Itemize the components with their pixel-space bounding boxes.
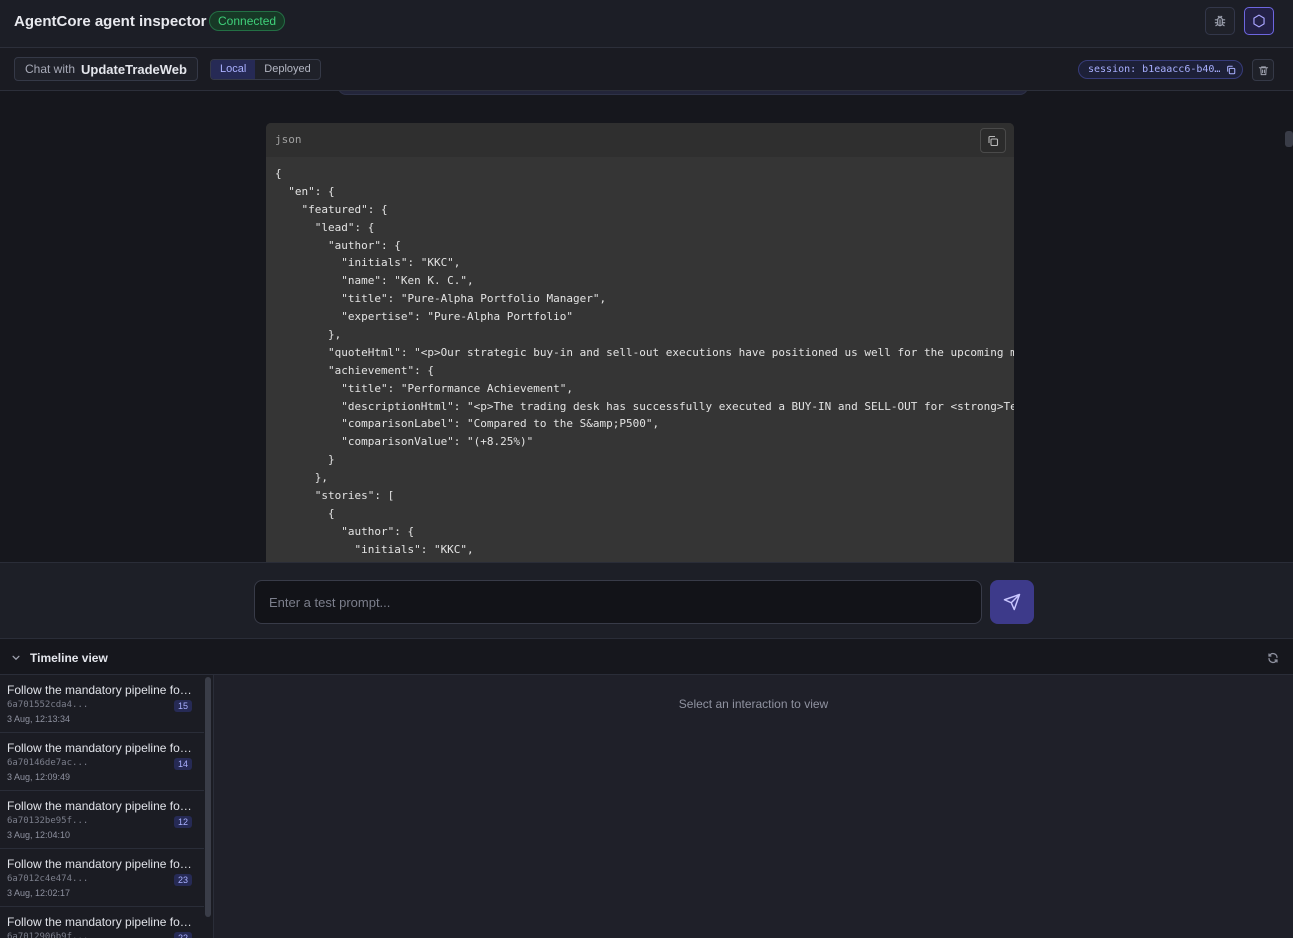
code-language-label: json [275, 133, 302, 146]
code-line: "title": "Performance Achievement", [275, 381, 574, 395]
interaction-title: Follow the mandatory pipeline for the re… [7, 683, 195, 697]
code-line: "comparisonValue": "(+8.25%)" [275, 435, 534, 449]
interaction-list-item[interactable]: Follow the mandatory pipeline for the re… [0, 791, 204, 849]
code-block: json { "en": { "featured": { "lead": { "… [266, 123, 1014, 562]
interaction-title: Follow the mandatory pipeline for the re… [7, 799, 195, 813]
code-line: "comparisonLabel": "Compared to the S&am… [275, 417, 660, 431]
code-line: "lead": { [275, 220, 375, 234]
session-id-text: session: b1eaacc6-b40… [1088, 64, 1221, 75]
code-block-header: json [266, 123, 1014, 157]
code-line: "author": { [275, 524, 415, 538]
timeline-title: Timeline view [30, 651, 108, 665]
send-icon [1003, 593, 1021, 611]
trash-icon [1258, 65, 1268, 75]
code-line: "featured": { [275, 202, 388, 216]
interaction-id: 6a70132be95f... [7, 816, 89, 826]
copy-code-button[interactable] [980, 128, 1006, 153]
timeline-header[interactable]: Timeline view [0, 639, 1293, 675]
code-line: "quoteHtml": "<p>Our strategic buy-in an… [275, 345, 1014, 359]
copy-icon [1227, 65, 1236, 74]
mode-local-button[interactable]: Local [211, 60, 256, 79]
empty-state-text: Select an interaction to view [678, 697, 829, 711]
code-line: "expertise": "Pure-Alpha Portfolio" [275, 310, 574, 324]
prompt-input[interactable] [254, 580, 982, 624]
clear-session-button[interactable] [1252, 59, 1274, 81]
interaction-title: Follow the mandatory pipeline for the re… [7, 741, 195, 755]
interaction-list: Follow the mandatory pipeline for the re… [0, 675, 214, 938]
chat-scrollbar[interactable] [1285, 131, 1293, 147]
interaction-timestamp: 3 Aug, 12:09:49 [7, 772, 71, 782]
interaction-id: 6a7012906b9f... [7, 932, 89, 938]
code-line: }, [275, 471, 328, 485]
code-line: "title": "Pure-Alpha Portfolio Manager", [275, 292, 607, 306]
inspector-toggle-button[interactable] [1244, 7, 1274, 35]
interaction-id: 6a7012c4e474... [7, 874, 89, 884]
chat-area: json { "en": { "featured": { "lead": { "… [0, 91, 1293, 562]
code-line: "descriptionHtml": "<p>The trading desk … [275, 399, 1014, 413]
code-line: "stories": [ [275, 489, 395, 503]
interaction-list-item[interactable]: Follow the mandatory pipeline for the re… [0, 907, 204, 938]
interaction-timestamp: 3 Aug, 12:02:17 [7, 888, 71, 898]
span-count-badge: 14 [174, 758, 193, 770]
top-bar: AgentCore agent inspector Connected [0, 0, 1293, 48]
interaction-list-item[interactable]: Follow the mandatory pipeline for the re… [0, 849, 204, 907]
code-content: { "en": { "featured": { "lead": { "autho… [275, 165, 1014, 559]
refresh-icon[interactable] [1267, 652, 1279, 664]
code-line: } [275, 453, 335, 467]
interaction-timestamp: 3 Aug, 12:04:10 [7, 830, 71, 840]
interaction-title: Follow the mandatory pipeline for the re… [7, 857, 195, 871]
interaction-list-item[interactable]: Follow the mandatory pipeline for the re… [0, 733, 204, 791]
interaction-detail-panel: Select an interaction to view [214, 675, 1293, 938]
code-line: "author": { [275, 238, 401, 252]
agent-name: UpdateTradeWeb [81, 61, 187, 77]
span-count-badge: 12 [174, 816, 193, 828]
previous-message-bubble [338, 91, 1028, 95]
bug-icon [1214, 15, 1226, 27]
span-count-badge: 15 [174, 700, 193, 712]
chat-with-label: Chat with [25, 62, 76, 76]
span-count-badge: 23 [174, 874, 193, 886]
list-scrollbar[interactable] [205, 677, 211, 917]
agent-selector[interactable]: Chat with UpdateTradeWeb [14, 57, 198, 81]
code-line: }, [275, 328, 342, 342]
span-count-badge: 22 [174, 932, 193, 938]
code-line: "initials": "KKC", [275, 542, 474, 556]
connection-status-badge: Connected [209, 11, 286, 31]
code-line: "name": "Ken K. C.", [275, 274, 474, 288]
interaction-id: 6a701552cda4... [7, 700, 89, 710]
interaction-title: Follow the mandatory pipeline for the re… [7, 915, 195, 929]
code-line: "initials": "KKC", [275, 256, 461, 270]
code-line: "achievement": { [275, 363, 434, 377]
session-id-chip[interactable]: session: b1eaacc6-b40… [1078, 60, 1244, 79]
interaction-list-item[interactable]: Follow the mandatory pipeline for the re… [0, 675, 204, 733]
chevron-down-icon[interactable] [11, 653, 21, 663]
prompt-bar [0, 562, 1293, 639]
hexagon-icon [1253, 14, 1265, 28]
code-line: { [275, 167, 282, 180]
send-button[interactable] [990, 580, 1034, 624]
debug-button[interactable] [1205, 7, 1235, 35]
code-line: { [275, 506, 335, 520]
interaction-id: 6a70146de7ac... [7, 758, 89, 768]
app-title: AgentCore agent inspector [14, 13, 207, 30]
copy-icon [988, 135, 999, 146]
interaction-timestamp: 3 Aug, 12:13:34 [7, 714, 71, 724]
code-line: "en": { [275, 184, 335, 198]
mode-toggle: Local Deployed [210, 59, 321, 80]
mode-deployed-button[interactable]: Deployed [255, 60, 319, 79]
